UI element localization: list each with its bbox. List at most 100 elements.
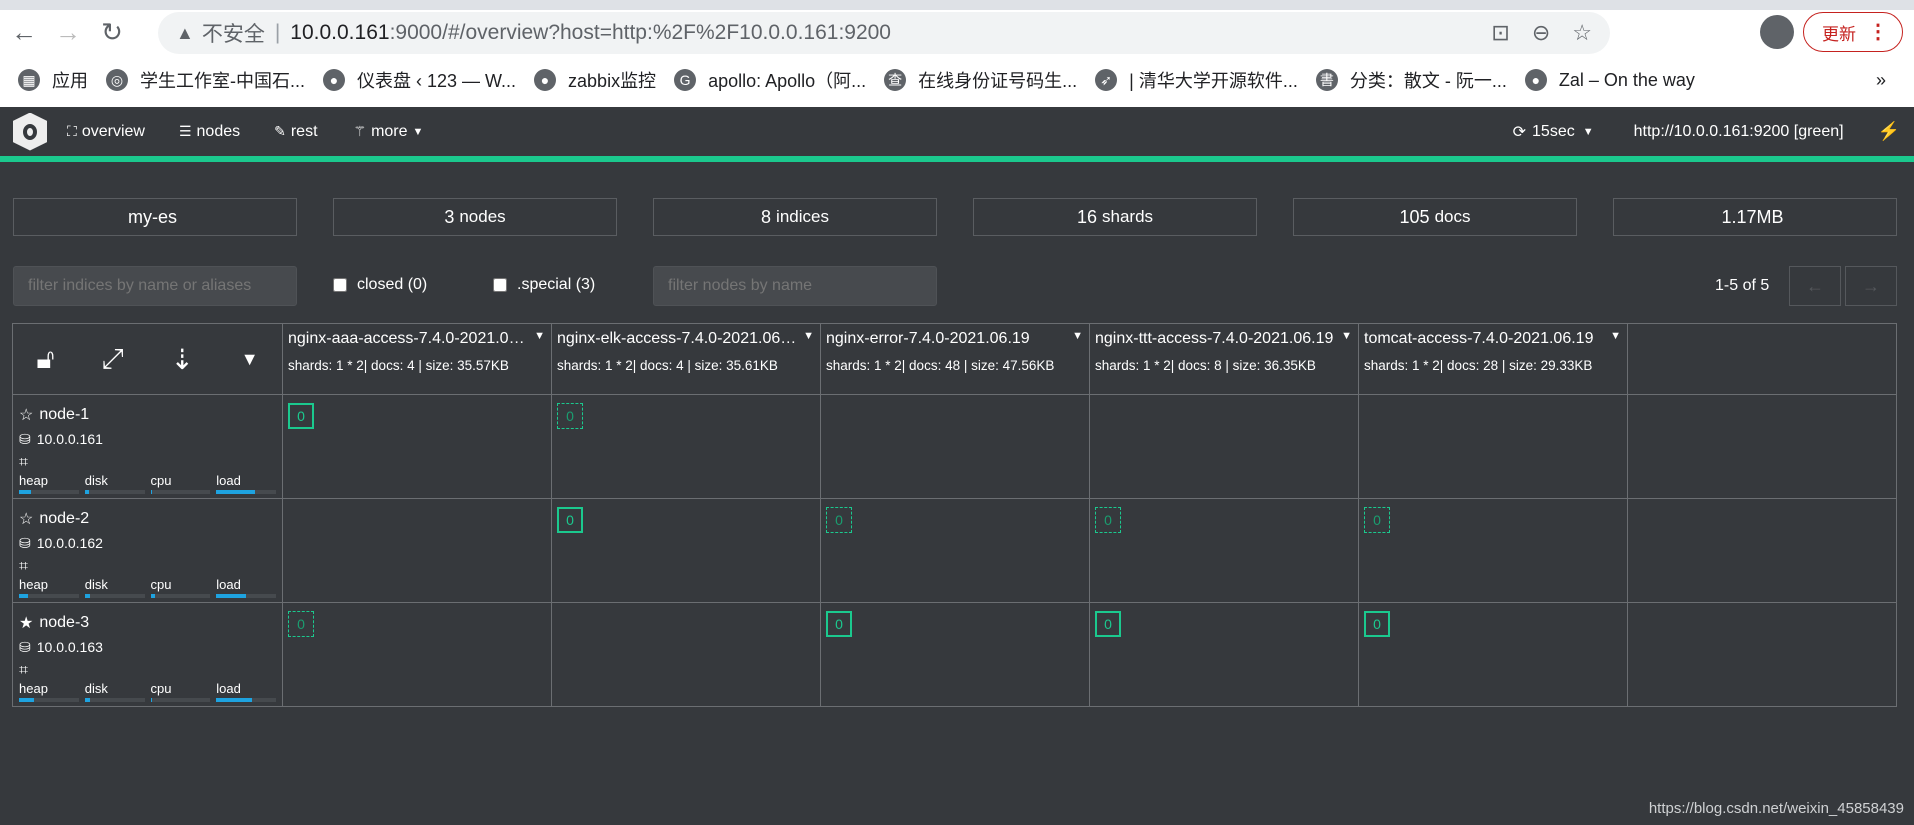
nav-more[interactable]: ⚚ more ▼	[354, 123, 424, 141]
caret-down-icon[interactable]: ▼	[803, 330, 814, 342]
replica-shard[interactable]: 0	[557, 403, 583, 429]
metric-cpu: cpu	[150, 473, 211, 494]
expand-icon[interactable]: ⤢	[101, 343, 123, 376]
profile-avatar-icon[interactable]	[1760, 15, 1794, 49]
translate-icon[interactable]: ⊡	[1491, 20, 1509, 46]
bookmarks-bar: ▦ 应用 ◎ 学生工作室-中国石... ● 仪表盘 ‹ 123 — W... ● zabbix…	[0, 60, 1914, 100]
bookmark-item[interactable]: ▦ 应用	[18, 67, 88, 93]
caret-down-icon[interactable]: ▼	[241, 349, 259, 370]
index-name[interactable]: nginx-aaa-access-7.4.0-2021.06.19	[288, 330, 528, 348]
empty-header-cell	[1627, 323, 1897, 395]
next-page-button[interactable]: →	[1845, 266, 1897, 306]
index-header[interactable]: nginx-aaa-access-7.4.0-2021.06.19 shards:…	[282, 323, 552, 395]
globe-icon: ●	[534, 69, 557, 91]
closed-checkbox-label[interactable]: closed (0)	[333, 276, 427, 294]
metric-bar	[19, 698, 79, 702]
stat-value: 3	[444, 206, 455, 227]
metric-bar	[216, 698, 276, 702]
bookmark-item[interactable]: ● zabbix监控	[534, 67, 656, 93]
crop-icon: ⌗	[19, 454, 29, 471]
stat-label: shards	[1102, 207, 1154, 226]
caret-down-icon[interactable]: ▼	[1072, 330, 1083, 342]
node-name[interactable]: node-1	[39, 406, 89, 424]
address-bar[interactable]: ▲ 不安全 | 10.0.0.161 :9000/#/overview?host…	[158, 12, 1610, 54]
shard-cell	[820, 394, 1090, 499]
primary-shard[interactable]: 0	[1095, 611, 1121, 637]
filter-indices-input[interactable]	[13, 266, 297, 306]
bookmark-item[interactable]: Gapollo: Apollo（阿...	[674, 67, 866, 93]
bookmark-item[interactable]: ◎ 学生工作室-中国石...	[106, 67, 305, 93]
primary-shard[interactable]: 0	[557, 507, 583, 533]
replica-shard[interactable]: 0	[1095, 507, 1121, 533]
special-checkbox-label[interactable]: .special (3)	[493, 276, 595, 294]
closed-checkbox[interactable]	[333, 278, 347, 292]
caret-down-icon[interactable]: ▼	[534, 330, 545, 342]
replica-shard[interactable]: 0	[288, 611, 314, 637]
empty-cell	[1627, 602, 1897, 707]
index-header[interactable]: nginx-error-7.4.0-2021.06.19 shards: 1 * …	[820, 323, 1090, 395]
shard-cell	[282, 498, 552, 603]
metric-label: cpu	[150, 681, 172, 696]
index-name[interactable]: tomcat-access-7.4.0-2021.06.19	[1364, 330, 1604, 348]
bookmark-item[interactable]: 查在线身份证号码生...	[884, 67, 1077, 93]
prev-page-button[interactable]: ←	[1789, 266, 1841, 306]
refresh-icon: ⟳	[1512, 123, 1527, 141]
index-header[interactable]: tomcat-access-7.4.0-2021.06.19 shards: 1 …	[1358, 323, 1628, 395]
more-bookmarks-button[interactable]: »	[1876, 70, 1886, 91]
nav-nodes[interactable]: ☰ nodes	[179, 123, 240, 141]
bookmark-item[interactable]: ● 仪表盘 ‹ 123 — W...	[323, 67, 516, 93]
back-icon[interactable]: ←	[4, 17, 44, 48]
replica-shard[interactable]: 0	[1364, 507, 1390, 533]
sort-alpha-icon[interactable]: ⇣	[171, 343, 194, 376]
bird-icon: ➶	[1095, 69, 1118, 91]
special-checkbox[interactable]	[493, 278, 507, 292]
forward-icon[interactable]: →	[48, 17, 88, 48]
bookmark-label: | 清华大学开源软件...	[1129, 71, 1298, 91]
metric-fill	[150, 490, 153, 494]
globe-icon: ●	[1524, 69, 1547, 91]
index-name[interactable]: nginx-ttt-access-7.4.0-2021.06.19	[1095, 330, 1335, 348]
metric-fill	[19, 490, 31, 494]
nav-rest[interactable]: ✎ rest	[274, 123, 317, 141]
controls-cell: 🔓︎ ⤢ ⇣ ▼	[12, 323, 283, 395]
metric-fill	[150, 698, 152, 702]
primary-shard[interactable]: 0	[1364, 611, 1390, 637]
index-meta: shards: 1 * 2| docs: 4 | size: 35.61KB	[557, 358, 778, 373]
index-name[interactable]: nginx-error-7.4.0-2021.06.19	[826, 330, 1066, 348]
update-button[interactable]: 更新 ⋮	[1803, 12, 1903, 52]
bookmark-item[interactable]: 書分类：散文 - 阮一...	[1315, 67, 1507, 93]
bookmark-item[interactable]: ➶ | 清华大学开源软件...	[1095, 67, 1298, 93]
shard-cell: 0	[820, 498, 1090, 603]
node-cell: ☆ node-1 ⛁ 10.0.0.161 ⌗ heap disk cpu load	[12, 394, 283, 499]
index-header[interactable]: nginx-elk-access-7.4.0-2021.06.19 shards:…	[551, 323, 821, 395]
star-bookmark-icon[interactable]: ☆	[1572, 20, 1592, 46]
caret-down-icon[interactable]: ▼	[1610, 330, 1621, 342]
bookmark-label: zabbix监控	[568, 71, 657, 91]
replica-shard[interactable]: 0	[826, 507, 852, 533]
filter-nodes-input[interactable]	[653, 266, 937, 306]
nav-label: nodes	[196, 122, 241, 140]
unlock-icon[interactable]: 🔓︎	[36, 343, 54, 376]
primary-shard[interactable]: 0	[826, 611, 852, 637]
metric-bar	[19, 594, 79, 598]
node-name[interactable]: node-3	[39, 614, 89, 632]
index-name[interactable]: nginx-elk-access-7.4.0-2021.06.19	[557, 330, 797, 348]
refresh-interval-dropdown[interactable]: 15sec	[1532, 123, 1575, 141]
stat-value: 105	[1399, 206, 1430, 227]
caret-down-icon[interactable]: ▼	[1341, 330, 1352, 342]
cerebro-logo-icon[interactable]	[13, 112, 47, 151]
metric-heap: heap	[19, 577, 79, 598]
nav-overview[interactable]: ⛶ overview	[67, 123, 145, 141]
index-header[interactable]: nginx-ttt-access-7.4.0-2021.06.19 shards:…	[1089, 323, 1359, 395]
reload-icon[interactable]: ↻	[92, 17, 132, 48]
warning-icon: ▲	[176, 22, 194, 43]
metric-bar	[19, 490, 79, 494]
node-name[interactable]: node-2	[39, 510, 89, 528]
caret-down-icon: ▼	[1582, 125, 1594, 138]
zoom-out-icon[interactable]: ⊖	[1532, 20, 1550, 46]
plug-icon[interactable]: ⚡	[1878, 121, 1900, 142]
cluster-url[interactable]: http://10.0.0.161:9200 [green]	[1634, 123, 1844, 141]
bookmark-item[interactable]: ● Zal – On the way	[1524, 69, 1695, 91]
menu-dots-icon[interactable]: ⋮	[1868, 19, 1888, 44]
primary-shard[interactable]: 0	[288, 403, 314, 429]
